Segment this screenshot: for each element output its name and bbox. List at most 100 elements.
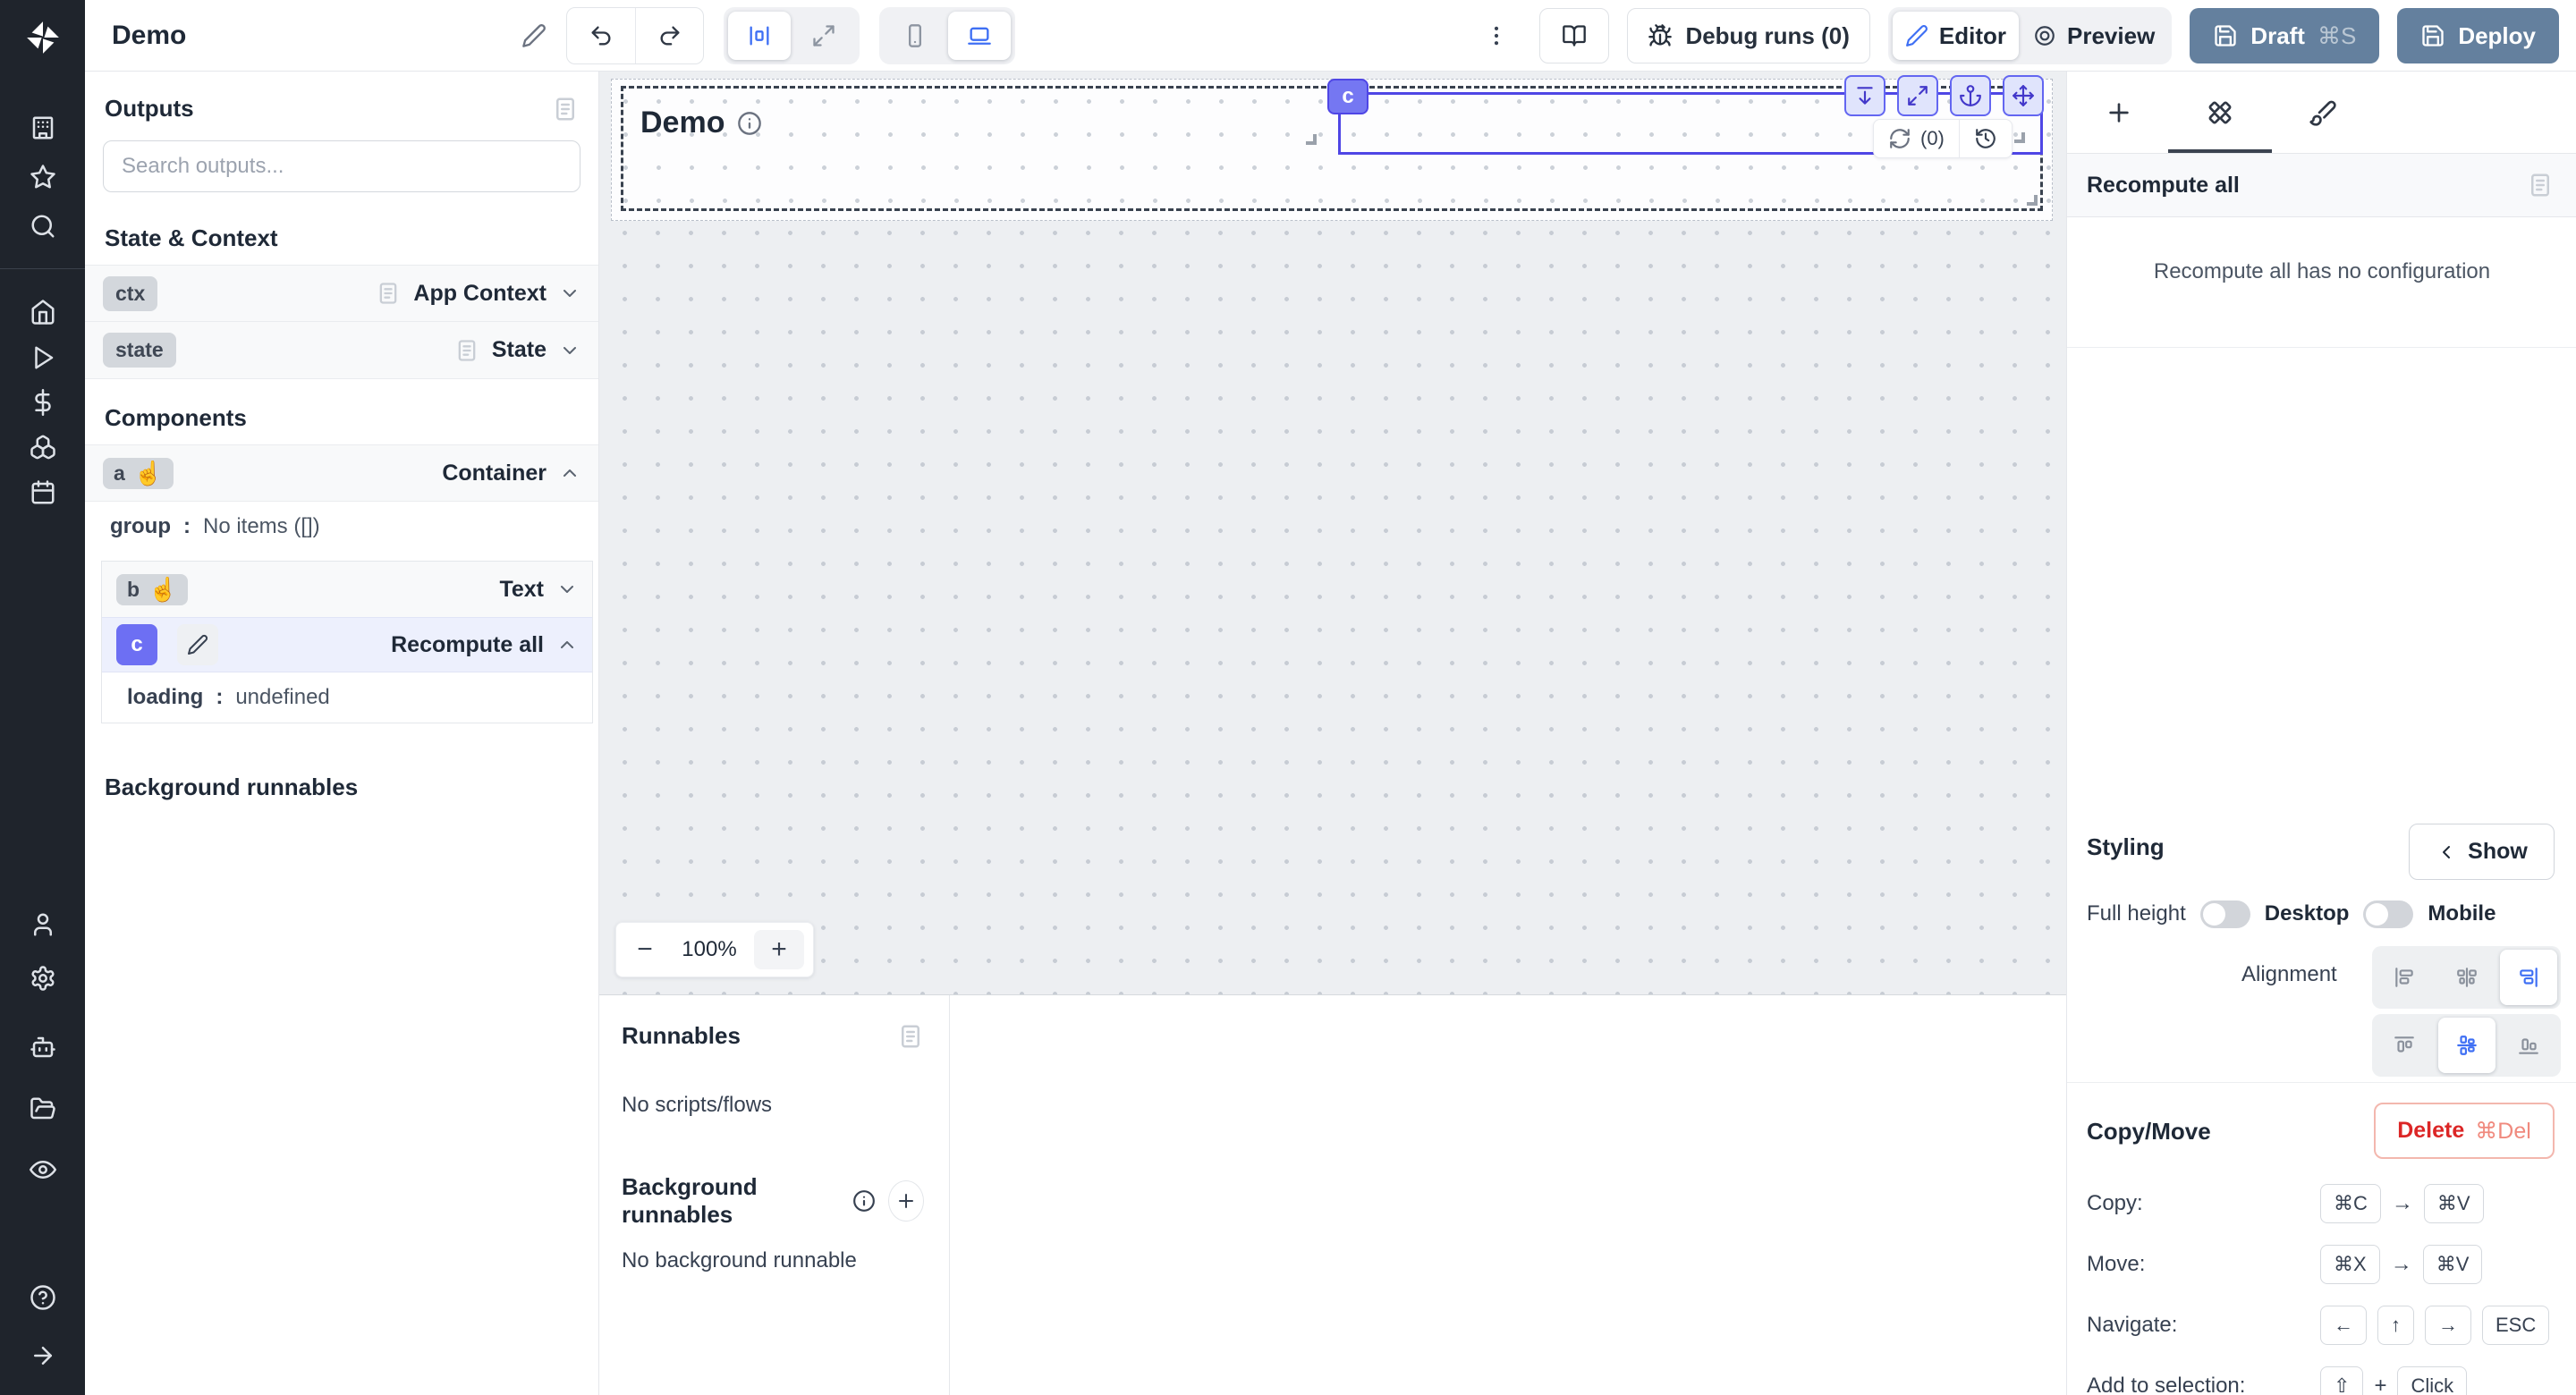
book-icon [1562, 23, 1587, 48]
component-c-badge[interactable]: c [116, 624, 157, 665]
align-center-horizontal-button[interactable] [2438, 950, 2496, 1005]
component-b-badge[interactable]: b ☝ [116, 574, 188, 605]
components-title: Components [85, 379, 598, 444]
chevron-up-icon[interactable] [559, 462, 580, 484]
windmill-logo[interactable] [0, 0, 85, 75]
plus-glyph: + [2374, 1374, 2386, 1395]
component-settings-tab[interactable] [2168, 72, 2272, 154]
kebab-menu-icon[interactable] [1484, 23, 1509, 48]
component-c-row[interactable]: c Recompute all [102, 617, 592, 672]
format-icon[interactable] [897, 1023, 924, 1050]
edit-component-pencil-icon[interactable] [177, 624, 218, 665]
add-background-runnable-button[interactable] [888, 1180, 924, 1222]
chevron-down-icon[interactable] [556, 579, 578, 600]
active-tab-indicator [2168, 149, 2272, 153]
canvas-viewport[interactable]: Demo c (0) − 100% + [599, 72, 2066, 1395]
schedules-icon[interactable] [0, 469, 85, 516]
arrow-right-glyph: → [2391, 1252, 2412, 1277]
favorites-icon[interactable] [0, 154, 85, 200]
align-bottom-button[interactable] [2500, 1018, 2557, 1073]
chevron-down-icon[interactable] [559, 340, 580, 361]
workspace-icon[interactable] [0, 105, 85, 151]
edit-title-pencil-icon[interactable] [521, 23, 547, 48]
search-icon[interactable] [0, 203, 85, 249]
group-property-row[interactable]: group : No items ([]) [85, 502, 598, 552]
collapse-sidebar-icon[interactable] [0, 1332, 85, 1379]
chevron-up-icon[interactable] [556, 634, 578, 655]
resize-handle[interactable] [1306, 134, 1317, 145]
format-icon[interactable] [2527, 172, 2554, 199]
loading-property-row[interactable]: loading : undefined [102, 672, 592, 723]
deploy-button[interactable]: Deploy [2397, 8, 2559, 63]
expand-component-button[interactable] [1897, 75, 1938, 116]
component-c-tab[interactable]: c [1327, 79, 1368, 114]
align-middle-button[interactable] [2438, 1018, 2496, 1073]
expand-icon [811, 23, 836, 48]
draft-button[interactable]: Draft ⌘S [2190, 8, 2379, 63]
styling-toggles-row: Full height Desktop Mobile [2087, 891, 2496, 937]
fill-height-button[interactable] [1844, 75, 1885, 116]
info-icon[interactable] [737, 111, 762, 136]
desktop-toggle[interactable] [2363, 900, 2413, 928]
component-b-row[interactable]: b ☝ Text [102, 562, 592, 617]
move-component-button[interactable] [2003, 75, 2044, 116]
home-icon[interactable] [0, 289, 85, 335]
state-output-row[interactable]: state State [85, 322, 598, 379]
draft-shortcut: ⌘S [2318, 22, 2356, 50]
copy-shortcut-row: Copy: ⌘C → ⌘V [2087, 1179, 2561, 1229]
windmill-app-editor: Demo Debug runs (0) [0, 0, 2576, 1395]
align-top-button[interactable] [2376, 1018, 2433, 1073]
mobile-view-button[interactable] [884, 12, 946, 60]
editor-tab[interactable]: Editor [1893, 12, 2019, 60]
undo-button[interactable] [567, 8, 635, 63]
component-a-type: Container [442, 461, 547, 486]
anchor-component-button[interactable] [1950, 75, 1991, 116]
users-icon[interactable] [0, 901, 85, 948]
workers-icon[interactable] [0, 1024, 85, 1070]
full-width-layout-button[interactable] [792, 12, 855, 60]
centered-layout-button[interactable] [728, 12, 791, 60]
desktop-view-button[interactable] [948, 12, 1011, 60]
history-button[interactable] [1959, 120, 2012, 157]
info-icon[interactable] [852, 1189, 876, 1213]
variables-icon[interactable] [0, 379, 85, 426]
format-json-icon[interactable] [552, 96, 579, 123]
refresh-status[interactable]: (0) [1874, 120, 1959, 157]
settings-icon[interactable] [0, 955, 85, 1002]
preview-label: Preview [2067, 22, 2155, 50]
delete-component-button[interactable]: Delete ⌘Del [2374, 1103, 2555, 1159]
align-left-button[interactable] [2376, 950, 2433, 1005]
docs-button[interactable] [1539, 8, 1609, 63]
canvas-app-title[interactable]: Demo [640, 106, 762, 140]
zoom-in-button[interactable]: + [754, 930, 804, 969]
state-type-label: State [492, 337, 547, 363]
search-outputs-input[interactable] [103, 140, 580, 192]
ctx-output-row[interactable]: ctx App Context [85, 265, 598, 322]
resize-handle[interactable] [2027, 195, 2038, 206]
redo-button[interactable] [635, 8, 703, 63]
resources-icon[interactable] [0, 424, 85, 470]
chevron-down-icon[interactable] [559, 283, 580, 304]
show-styling-button[interactable]: Show [2409, 824, 2555, 880]
align-right-button[interactable] [2500, 950, 2557, 1005]
runs-icon[interactable] [0, 334, 85, 381]
hand-pointer-icon: ☝ [134, 461, 163, 485]
resize-handle[interactable] [2014, 132, 2025, 143]
topbar-center-tools [521, 0, 1015, 72]
theme-tab[interactable] [2271, 72, 2375, 154]
audit-logs-icon[interactable] [0, 1146, 85, 1193]
doc-icon [376, 281, 401, 306]
debug-runs-button[interactable]: Debug runs (0) [1627, 8, 1869, 63]
help-icon[interactable] [0, 1274, 85, 1321]
settings-panel: Recompute all Recompute all has no confi… [2066, 72, 2576, 1395]
preview-tab[interactable]: Preview [2021, 12, 2167, 60]
component-a-badge[interactable]: a ☝ [103, 458, 174, 489]
kbd-key: ESC [2482, 1306, 2549, 1345]
runnables-empty-text: No scripts/flows [622, 1093, 924, 1118]
runnables-title: Runnables [622, 1022, 741, 1050]
folders-icon[interactable] [0, 1086, 85, 1132]
component-a-row[interactable]: a ☝ Container [85, 444, 598, 502]
zoom-out-button[interactable]: − [625, 930, 665, 969]
insert-component-tab[interactable] [2067, 72, 2171, 154]
full-height-toggle[interactable] [2200, 900, 2250, 928]
